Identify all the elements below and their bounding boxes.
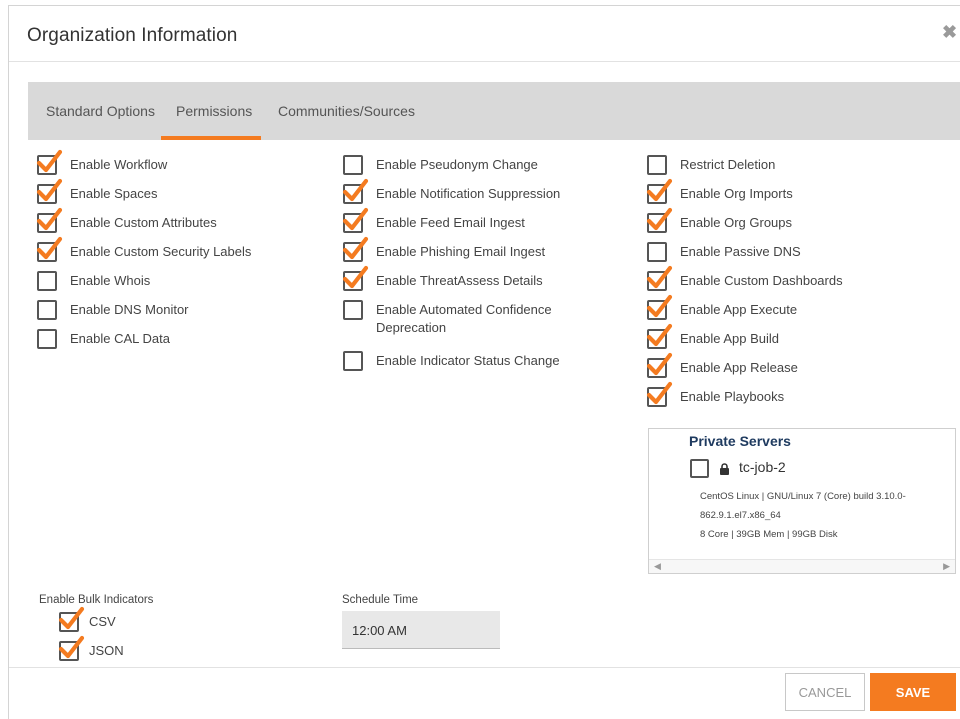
schedule-time-value: 12:00 AM	[352, 623, 407, 638]
scroll-right-icon[interactable]: ▶	[943, 561, 950, 572]
server-details: CentOS Linux | GNU/Linux 7 (Core) build …	[700, 487, 945, 544]
horizontal-scrollbar[interactable]: ◀ ▶	[649, 559, 955, 573]
perm-enable-indicator-status-change-label: Enable Indicator Status Change	[376, 353, 560, 368]
perm-enable-notification-suppression-label: Enable Notification Suppression	[376, 186, 561, 201]
tab-bar: Standard Options Permissions Communities…	[28, 82, 960, 140]
perm-enable-feed-email-ingest-label: Enable Feed Email Ingest	[376, 215, 525, 230]
perm-enable-cal-data-label: Enable CAL Data	[70, 331, 170, 346]
perm-enable-automated-confidence-deprecation-checkbox[interactable]	[343, 300, 363, 320]
cancel-button[interactable]: CANCEL	[785, 673, 865, 711]
perm-enable-pseudonym-change-label: Enable Pseudonym Change	[376, 157, 538, 172]
tab-standard-options[interactable]: Standard Options	[46, 103, 155, 119]
perm-enable-org-imports-checkbox[interactable]	[646, 178, 673, 204]
perm-enable-playbooks-label: Enable Playbooks	[680, 389, 785, 404]
perm-enable-app-release-checkbox[interactable]	[646, 352, 673, 378]
perm-enable-passive-dns-label: Enable Passive DNS	[680, 244, 801, 259]
perm-enable-app-execute-label: Enable App Execute	[680, 302, 798, 317]
perm-enable-workflow-label: Enable Workflow	[70, 157, 168, 172]
perm-enable-dns-monitor-checkbox[interactable]	[37, 300, 57, 320]
perm-enable-app-build-checkbox[interactable]	[646, 323, 673, 349]
perm-enable-spaces-label: Enable Spaces	[70, 186, 158, 201]
perm-enable-org-groups-label: Enable Org Groups	[680, 215, 793, 230]
perm-enable-app-release-label: Enable App Release	[680, 360, 798, 375]
perm-enable-org-imports-label: Enable Org Imports	[680, 186, 793, 201]
scroll-left-icon[interactable]: ◀	[654, 561, 661, 572]
tab-permissions[interactable]: Permissions	[176, 103, 252, 119]
perm-enable-whois-label: Enable Whois	[70, 273, 151, 288]
perm-enable-custom-security-labels-checkbox[interactable]	[36, 236, 63, 262]
perm-enable-custom-dashboards-checkbox[interactable]	[646, 265, 673, 291]
perm-restrict-deletion-checkbox[interactable]	[647, 155, 667, 175]
perm-enable-playbooks-checkbox[interactable]	[646, 381, 673, 407]
bulk-json-checkbox[interactable]	[58, 635, 85, 661]
perm-enable-notification-suppression-checkbox[interactable]	[342, 178, 369, 204]
divider	[9, 61, 960, 62]
perm-enable-custom-security-labels-label: Enable Custom Security Labels	[70, 244, 252, 259]
perm-enable-threatassess-details-label: Enable ThreatAssess Details	[376, 273, 543, 288]
server-specs: 8 Core | 39GB Mem | 99GB Disk	[700, 529, 838, 540]
private-servers-title: Private Servers	[689, 433, 791, 449]
perm-enable-custom-dashboards-label: Enable Custom Dashboards	[680, 273, 843, 288]
perm-enable-passive-dns-checkbox[interactable]	[647, 242, 667, 262]
server-os: CentOS Linux | GNU/Linux 7 (Core) build …	[700, 491, 906, 521]
perm-restrict-deletion-label: Restrict Deletion	[680, 157, 776, 172]
perm-enable-feed-email-ingest-checkbox[interactable]	[342, 207, 369, 233]
schedule-time-label: Schedule Time	[342, 594, 419, 606]
perm-enable-custom-attributes-checkbox[interactable]	[36, 207, 63, 233]
bulk-indicators-label: Enable Bulk Indicators	[39, 594, 154, 606]
active-tab-indicator	[161, 136, 261, 140]
perm-enable-workflow-checkbox[interactable]	[36, 149, 63, 175]
save-button[interactable]: SAVE	[870, 673, 956, 711]
perm-enable-automated-confidence-deprecation-label: Enable Automated Confidence Deprecation	[376, 302, 552, 335]
perm-enable-phishing-email-ingest-label: Enable Phishing Email Ingest	[376, 244, 546, 259]
perm-enable-cal-data-checkbox[interactable]	[37, 329, 57, 349]
close-icon[interactable]: ✖	[942, 22, 960, 43]
perm-enable-phishing-email-ingest-checkbox[interactable]	[342, 236, 369, 262]
footer-divider	[9, 667, 960, 668]
perm-enable-org-groups-checkbox[interactable]	[646, 207, 673, 233]
tab-communities-sources[interactable]: Communities/Sources	[278, 103, 415, 119]
lock-icon	[719, 462, 730, 480]
server-checkbox[interactable]	[690, 459, 709, 478]
bulk-csv-label: CSV	[89, 614, 116, 629]
perm-enable-dns-monitor-label: Enable DNS Monitor	[70, 302, 189, 317]
organization-dialog: Organization Information ✖ Standard Opti…	[8, 5, 960, 719]
perm-enable-whois-checkbox[interactable]	[37, 271, 57, 291]
perm-enable-custom-attributes-label: Enable Custom Attributes	[70, 215, 217, 230]
perm-enable-app-build-label: Enable App Build	[680, 331, 780, 346]
server-name: tc-job-2	[739, 459, 786, 475]
perm-enable-pseudonym-change-checkbox[interactable]	[343, 155, 363, 175]
private-servers-panel: Private Servers tc-job-2 CentOS Linux | …	[648, 428, 956, 574]
bulk-csv-checkbox[interactable]	[58, 606, 85, 632]
perm-enable-app-execute-checkbox[interactable]	[646, 294, 673, 320]
perm-enable-spaces-checkbox[interactable]	[36, 178, 63, 204]
perm-enable-threatassess-details-checkbox[interactable]	[342, 265, 369, 291]
perm-enable-indicator-status-change-checkbox[interactable]	[343, 351, 363, 371]
bulk-json-label: JSON	[89, 643, 124, 658]
dialog-title: Organization Information	[27, 25, 238, 46]
schedule-time-input[interactable]: 12:00 AM	[342, 611, 500, 649]
